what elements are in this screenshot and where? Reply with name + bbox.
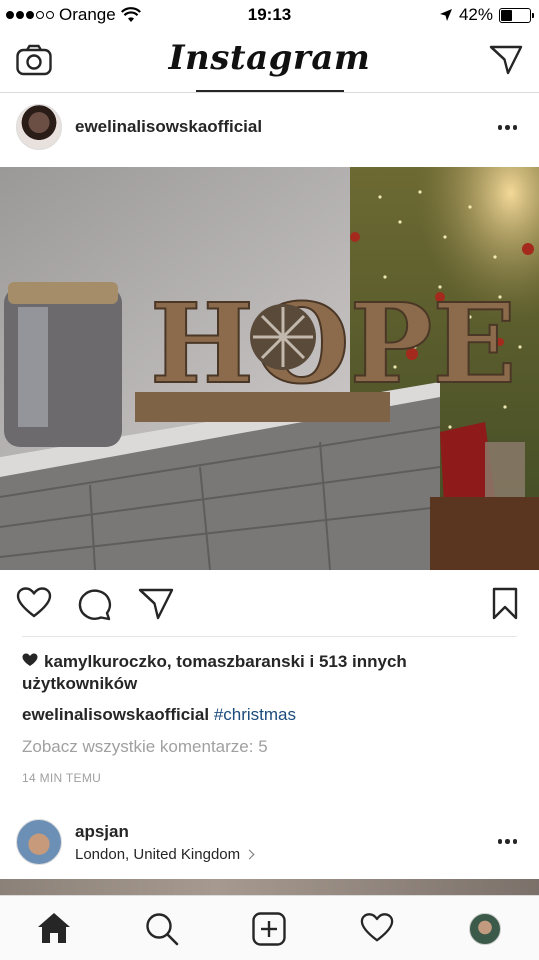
status-right: 42% — [439, 5, 534, 25]
direct-message-icon[interactable] — [489, 44, 523, 76]
more-options-icon[interactable] — [497, 125, 517, 130]
post2-location[interactable]: London, United Kingdom — [75, 846, 255, 863]
post-actions — [0, 582, 539, 628]
more-options-icon[interactable] — [497, 839, 517, 844]
caption-username[interactable]: ewelinalisowskaofficial — [22, 705, 209, 724]
caption-hashtag[interactable]: #christmas — [214, 705, 296, 724]
post-photo[interactable]: HOPE — [0, 167, 539, 570]
chevron-right-icon — [244, 849, 255, 860]
avatar[interactable] — [16, 104, 62, 150]
post2-photo[interactable] — [0, 879, 539, 895]
status-bar: Orange 19:13 42% — [0, 0, 539, 30]
comment-icon[interactable] — [78, 587, 112, 621]
divider — [22, 636, 517, 637]
heart-icon[interactable] — [16, 587, 52, 619]
tab-bar — [0, 895, 539, 960]
likes-line[interactable]: kamylkuroczko, tomaszbaranski i 513 inny… — [22, 651, 492, 695]
photo-text: HOPE — [150, 279, 516, 408]
activity-icon[interactable] — [360, 912, 394, 944]
likes-text: kamylkuroczko, tomaszbaranski i 513 inny… — [22, 652, 407, 693]
likes-heart-icon — [22, 653, 38, 666]
post-header: ewelinalisowskaofficial — [0, 93, 539, 167]
instagram-logo: Instagram — [168, 38, 371, 78]
add-icon[interactable] — [252, 912, 286, 946]
home-icon[interactable] — [37, 912, 71, 944]
app-header: Instagram — [0, 30, 539, 93]
battery-icon — [499, 7, 534, 23]
post2-header: apsjan London, United Kingdom — [0, 812, 539, 878]
battery-percent: 42% — [458, 5, 493, 24]
logo-underline — [196, 90, 344, 92]
view-comments-link[interactable]: Zobacz wszystkie komentarze: 5 — [22, 737, 268, 757]
location-arrow-icon — [439, 9, 452, 21]
share-icon[interactable] — [138, 587, 174, 621]
caption: ewelinalisowskaofficial #christmas — [22, 705, 296, 725]
post-timestamp: 14 MIN TEMU — [22, 771, 102, 785]
post2-username[interactable]: apsjan — [75, 822, 129, 842]
search-icon[interactable] — [145, 912, 179, 946]
avatar[interactable] — [16, 819, 62, 865]
profile-avatar[interactable] — [469, 913, 501, 945]
bookmark-icon[interactable] — [492, 587, 518, 621]
photo-illustration: HOPE — [0, 167, 539, 570]
location-label: London, United Kingdom — [75, 846, 241, 863]
post-username[interactable]: ewelinalisowskaofficial — [75, 117, 262, 137]
